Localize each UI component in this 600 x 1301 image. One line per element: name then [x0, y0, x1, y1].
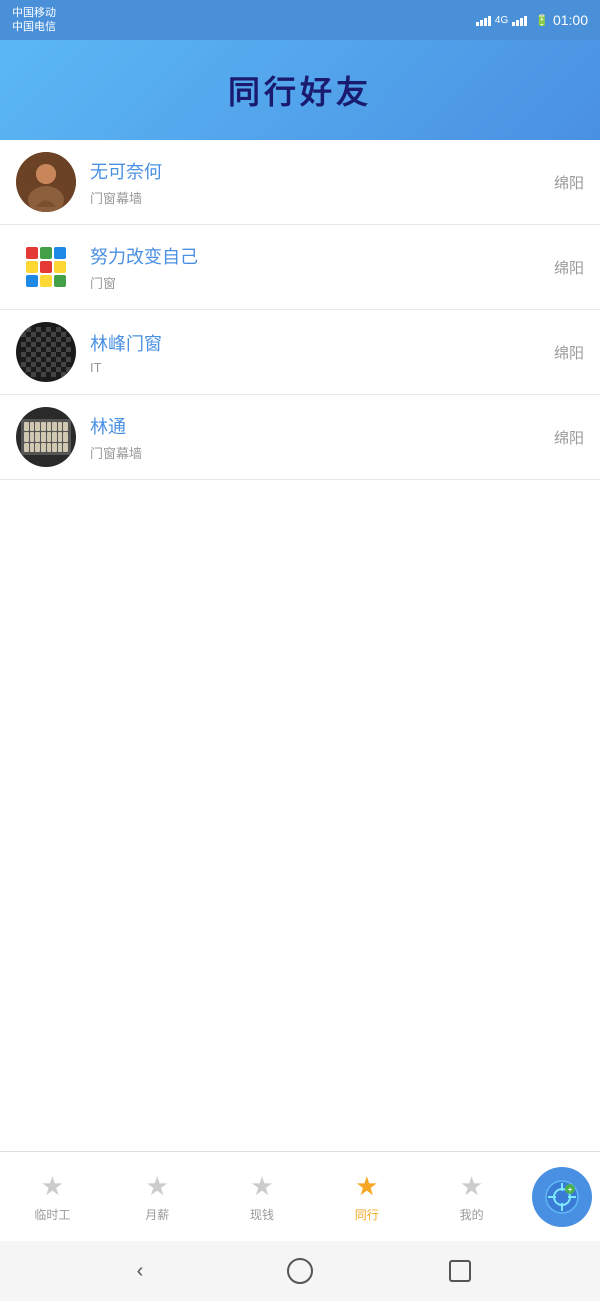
cube-svg [21, 242, 71, 292]
carrier-info: 中国移动 中国电信 [12, 7, 56, 33]
avatar-1 [16, 152, 76, 212]
nav-icon-peers: ★ [355, 1171, 378, 1202]
status-bar: 中国移动 中国电信 4G 🔋 01:00 [0, 0, 600, 40]
friend-tag-1: 门窗幕墙 [90, 188, 584, 207]
friend-name-2: 努力改变自己 [90, 243, 584, 269]
avatar-4 [16, 407, 76, 467]
avatar-2 [16, 237, 76, 297]
nav-item-temp-work[interactable]: ★ 临时工 [0, 1171, 105, 1223]
page-header: 同行好友 [0, 40, 600, 140]
friend-tag-3: IT [90, 360, 584, 375]
keyboard-pattern [21, 419, 71, 455]
avatar-3 [16, 322, 76, 382]
friend-location-4: 绵阳 [554, 427, 584, 448]
nav-item-mine[interactable]: ★ 我的 [419, 1171, 524, 1223]
friend-item-4[interactable]: 林通 门窗幕墙 绵阳 [0, 395, 600, 480]
home-icon [287, 1258, 313, 1284]
battery-icon: 🔋 [535, 14, 549, 27]
friend-tag-2: 门窗 [90, 273, 584, 292]
friend-info-2: 努力改变自己 门窗 [90, 243, 584, 292]
friend-location-2: 绵阳 [554, 257, 584, 278]
recents-button[interactable] [445, 1256, 475, 1286]
nav-label-cash: 现钱 [250, 1206, 274, 1223]
carrier-2: 中国电信 [12, 21, 56, 33]
avatar-face-1 [16, 152, 76, 212]
nav-icon-cash: ★ [250, 1171, 273, 1202]
home-button[interactable] [285, 1256, 315, 1286]
friend-info-3: 林峰门窗 IT [90, 330, 584, 375]
recents-icon [449, 1260, 471, 1282]
nav-item-cash[interactable]: ★ 现钱 [210, 1171, 315, 1223]
friend-tag-4: 门窗幕墙 [90, 443, 584, 462]
nav-label-mine: 我的 [460, 1206, 484, 1223]
special-icon: + [544, 1179, 580, 1215]
friend-item-2[interactable]: 努力改变自己 门窗 绵阳 [0, 225, 600, 310]
friend-info-4: 林通 门窗幕墙 [90, 413, 584, 462]
time-display: 01:00 [553, 12, 588, 28]
checkered-pattern [21, 327, 71, 377]
back-icon: ‹ [137, 1260, 144, 1283]
nav-special-button[interactable]: + [532, 1167, 592, 1227]
nav-label-monthly: 月薪 [145, 1206, 169, 1223]
nav-label-temp-work: 临时工 [34, 1206, 70, 1223]
nav-item-monthly[interactable]: ★ 月薪 [105, 1171, 210, 1223]
svg-text:+: + [568, 1187, 572, 1194]
friend-info-1: 无可奈何 门窗幕墙 [90, 158, 584, 207]
4g-icon: 4G [495, 15, 508, 26]
carrier-1: 中国移动 [12, 7, 56, 19]
friend-location-1: 绵阳 [554, 172, 584, 193]
friend-name-3: 林峰门窗 [90, 330, 584, 356]
signal-icon [476, 14, 491, 26]
bottom-nav: ★ 临时工 ★ 月薪 ★ 现钱 ★ 同行 ★ 我的 + [0, 1151, 600, 1241]
nav-item-peers[interactable]: ★ 同行 [314, 1171, 419, 1223]
nav-icon-mine: ★ [460, 1171, 483, 1202]
signal-icon-2 [512, 14, 527, 26]
nav-label-peers: 同行 [355, 1206, 379, 1223]
friend-name-1: 无可奈何 [90, 158, 584, 184]
nav-icon-monthly: ★ [146, 1171, 169, 1202]
friend-name-4: 林通 [90, 413, 584, 439]
friend-item-1[interactable]: 无可奈何 门窗幕墙 绵阳 [0, 140, 600, 225]
friend-list: 无可奈何 门窗幕墙 绵阳 努 [0, 140, 600, 1151]
status-right: 4G 🔋 01:00 [476, 12, 588, 28]
gesture-bar: ‹ [0, 1241, 600, 1301]
nav-icon-temp-work: ★ [41, 1171, 64, 1202]
back-button[interactable]: ‹ [125, 1256, 155, 1286]
page-title: 同行好友 [228, 67, 372, 113]
friend-location-3: 绵阳 [554, 342, 584, 363]
friend-item-3[interactable]: 林峰门窗 IT 绵阳 [0, 310, 600, 395]
